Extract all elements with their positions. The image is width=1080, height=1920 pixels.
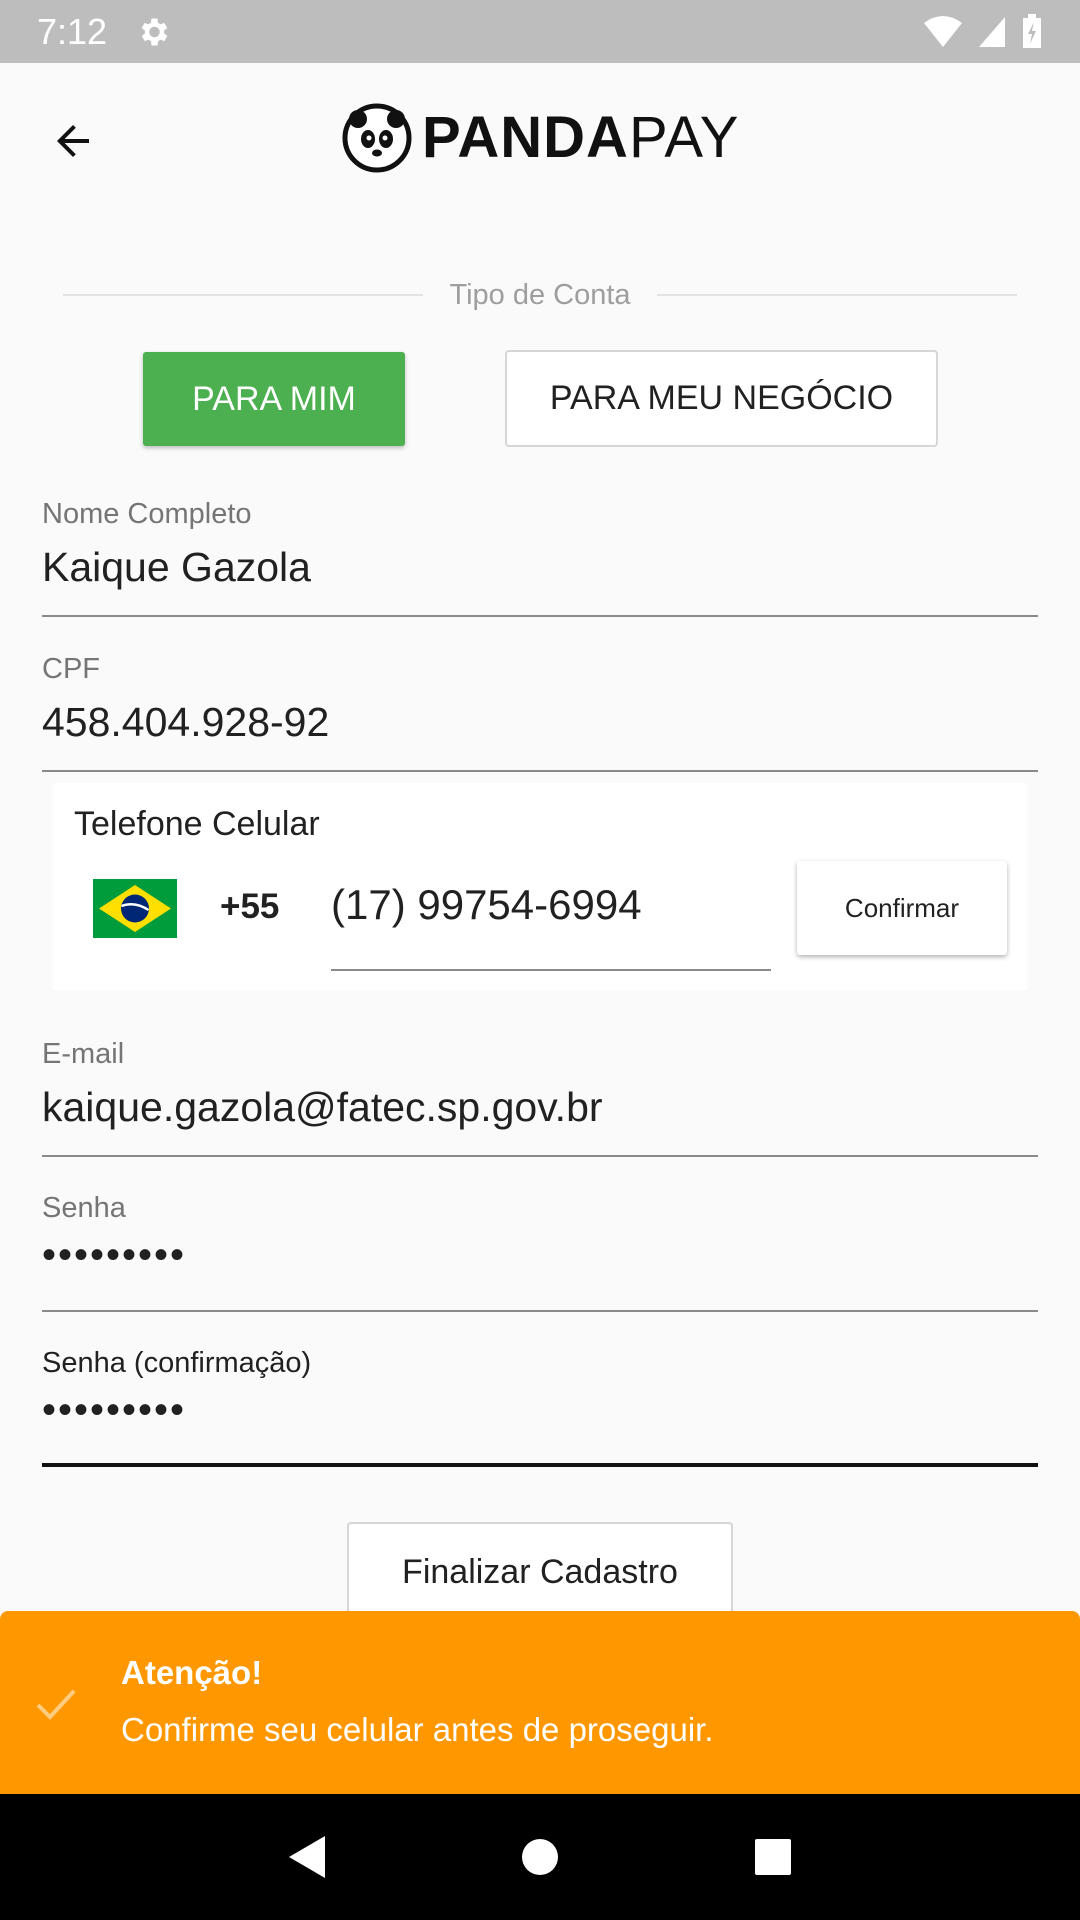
cpf-label: CPF: [42, 653, 100, 685]
finish-registration-button[interactable]: Finalizar Cadastro: [347, 1522, 733, 1622]
home-circle-icon: [521, 1839, 558, 1875]
cell-signal-icon: [979, 16, 1005, 47]
logo-wordmark-light: PAY: [628, 105, 740, 170]
logo-wordmark-bold: PANDA: [422, 105, 629, 170]
logo-wordmark: PANDAPAY: [422, 103, 739, 173]
account-type-title: Tipo de Conta: [449, 278, 631, 311]
alert-message: Confirme seu celular antes de proseguir.: [121, 1711, 714, 1748]
password-confirm-input[interactable]: •••••••••: [42, 1385, 1038, 1435]
status-time: 7:12: [37, 10, 108, 52]
phone-card: Telefone Celular +55 (17) 99754-6994 Con…: [53, 783, 1027, 990]
nav-back-button[interactable]: [277, 1827, 337, 1887]
brazil-flag-icon[interactable]: [93, 879, 177, 938]
email-underline: [42, 1155, 1038, 1157]
settings-gear-icon: [141, 18, 168, 45]
password-confirm-underline: [42, 1463, 1038, 1467]
password-input[interactable]: •••••••••: [42, 1230, 1038, 1280]
back-triangle-icon: [288, 1836, 325, 1878]
phone-label: Telefone Celular: [74, 805, 320, 843]
divider-right: [656, 294, 1018, 296]
email-field[interactable]: E-mail kaique.gazola@fatec.sp.gov.br: [42, 1036, 1038, 1157]
attention-alert: Atenção! Confirme seu celular antes de p…: [0, 1611, 1080, 1794]
account-type-section-title: Tipo de Conta: [63, 275, 1018, 315]
password-confirm-label: Senha (confirmação): [42, 1347, 312, 1379]
full-name-label: Nome Completo: [42, 498, 252, 530]
panda-logo-icon: [342, 103, 412, 173]
cpf-field[interactable]: CPF 458.404.928-92: [42, 651, 1038, 772]
nav-home-button[interactable]: [510, 1827, 570, 1887]
phone-input[interactable]: (17) 99754-6994: [331, 881, 642, 929]
country-code[interactable]: +55: [220, 887, 279, 927]
full-name-field[interactable]: Nome Completo Kaique Gazola: [42, 496, 1038, 617]
password-confirm-field[interactable]: Senha (confirmação) •••••••••: [42, 1345, 1038, 1467]
alert-title: Atenção!: [121, 1654, 263, 1691]
status-bar: 7:12: [0, 0, 1080, 63]
password-underline: [42, 1310, 1038, 1312]
account-type-personal-button[interactable]: PARA MIM: [143, 352, 405, 446]
email-input[interactable]: kaique.gazola@fatec.sp.gov.br: [42, 1082, 1038, 1132]
cpf-underline: [42, 770, 1038, 772]
arrow-back-icon: [57, 125, 89, 157]
password-label: Senha: [42, 1192, 126, 1224]
full-name-input[interactable]: Kaique Gazola: [42, 542, 1038, 592]
full-name-underline: [42, 615, 1038, 617]
pandapay-logo: PANDAPAY: [342, 103, 739, 173]
system-nav-bar: [0, 1794, 1080, 1920]
divider-left: [63, 294, 424, 296]
confirm-phone-button[interactable]: Confirmar: [797, 861, 1007, 955]
battery-charging-icon: [1023, 13, 1041, 48]
email-label: E-mail: [42, 1038, 125, 1070]
recents-square-icon: [755, 1839, 792, 1875]
back-button[interactable]: [40, 108, 106, 174]
nav-recents-button[interactable]: [743, 1827, 803, 1887]
phone-underline: [331, 969, 771, 971]
cpf-input[interactable]: 458.404.928-92: [42, 697, 1038, 747]
wifi-icon: [924, 15, 962, 47]
app-bar: PANDAPAY: [0, 63, 1080, 209]
account-type-business-button[interactable]: PARA MEU NEGÓCIO: [505, 350, 938, 447]
check-icon: [36, 1689, 76, 1720]
password-field[interactable]: Senha •••••••••: [42, 1190, 1038, 1312]
